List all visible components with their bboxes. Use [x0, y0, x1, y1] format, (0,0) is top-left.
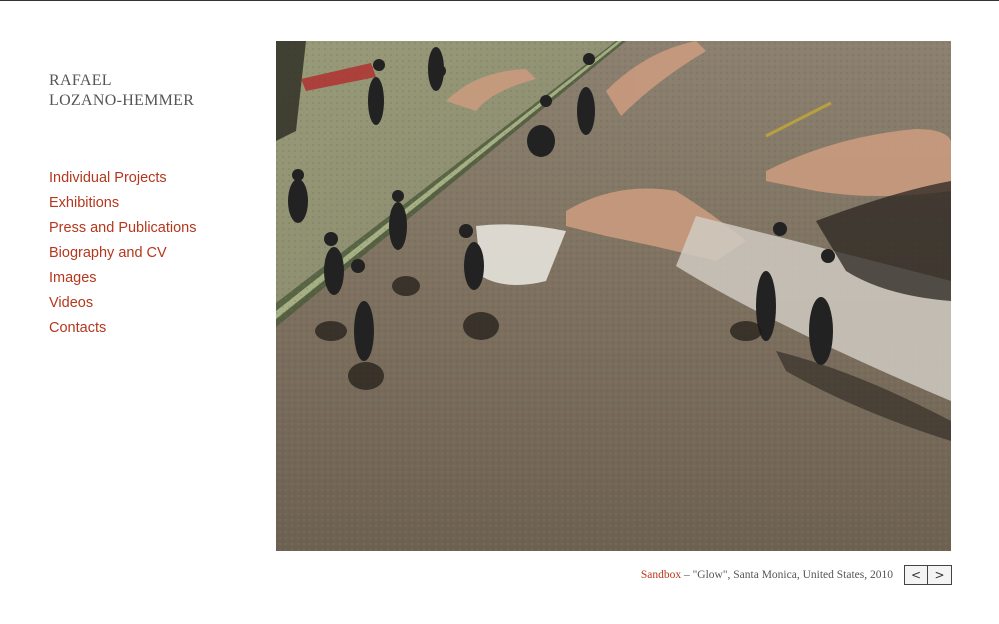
nav-individual-projects[interactable]: Individual Projects [49, 166, 197, 191]
caption-project-link[interactable]: Sandbox [641, 569, 681, 581]
nav-contacts[interactable]: Contacts [49, 316, 197, 341]
next-image-button[interactable]: > [928, 565, 952, 585]
photo-caption: Sandbox – "Glow", Santa Monica, United S… [641, 569, 893, 581]
site-title[interactable]: RAFAEL LOZANO-HEMMER [49, 71, 194, 111]
nav-biography-and-cv[interactable]: Biography and CV [49, 241, 197, 266]
nav-exhibitions[interactable]: Exhibitions [49, 191, 197, 216]
previous-image-button[interactable]: < [904, 565, 928, 585]
main-nav: Individual Projects Exhibitions Press an… [49, 166, 197, 341]
nav-images[interactable]: Images [49, 266, 197, 291]
nav-press-and-publications[interactable]: Press and Publications [49, 216, 197, 241]
site-title-line2[interactable]: LOZANO-HEMMER [49, 91, 194, 111]
image-pager: < > [904, 565, 952, 585]
caption-separator: – [681, 569, 693, 581]
project-photo [276, 41, 951, 551]
photo-illustration [276, 41, 951, 551]
site-title-line1[interactable]: RAFAEL [49, 71, 194, 91]
caption-details: "Glow", Santa Monica, United States, 201… [692, 569, 893, 581]
nav-videos[interactable]: Videos [49, 291, 197, 316]
